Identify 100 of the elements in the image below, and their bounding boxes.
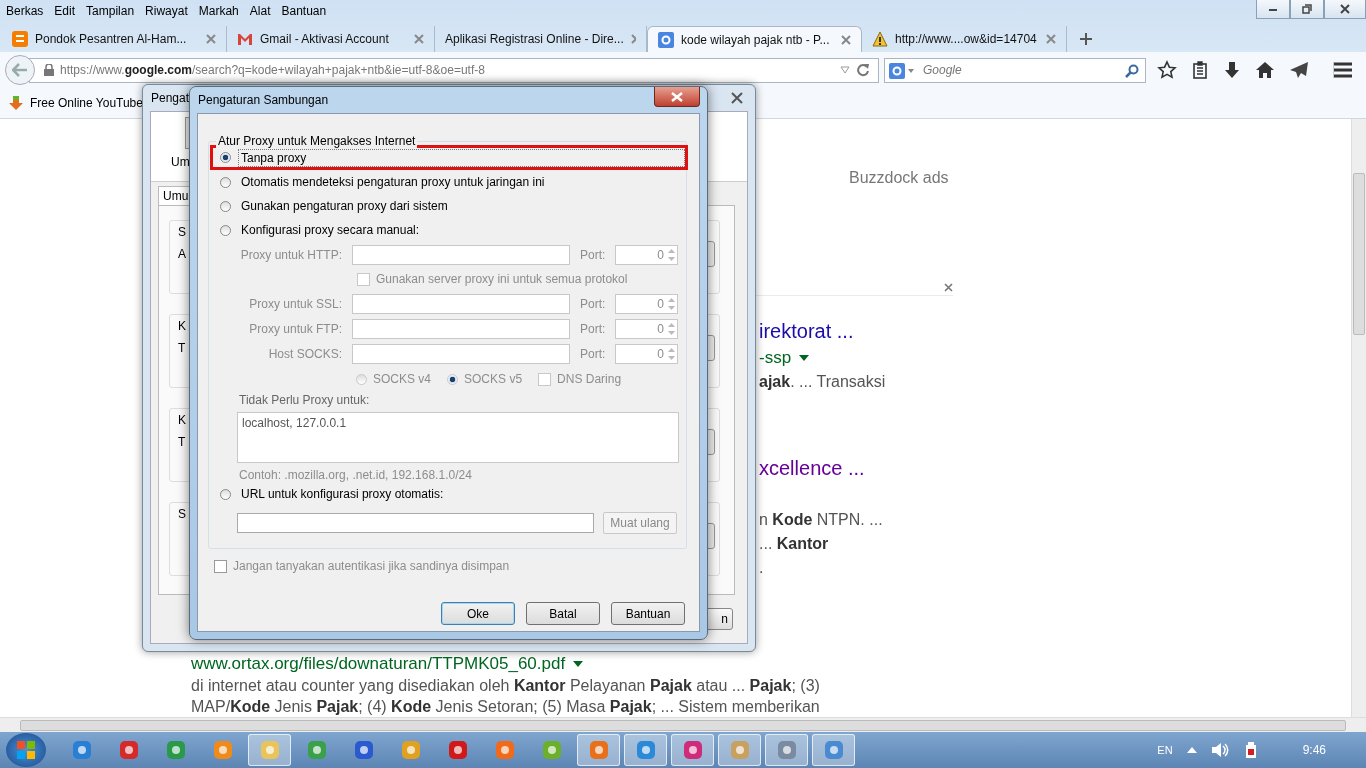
search-icon[interactable] [1125,63,1139,78]
app-icon [117,739,140,761]
setting-label: T [178,341,186,355]
radio-button[interactable] [220,224,231,236]
blog-icon [12,31,28,47]
app-icon [681,739,704,761]
ads-label: Buzzdock ads [849,168,949,188]
field-label: Host SOCKS: [267,346,342,361]
result-snippet: MAP/Kode Jenis Pajak; (4) Kode Jenis Setoran; (5) Masa Pajak; ... Sistem memberikan [191,697,820,717]
search-engine-icon[interactable] [889,62,915,79]
menu-icon[interactable] [1333,62,1352,78]
close-icon[interactable] [944,282,953,292]
result-snippet: ... Kantor [759,534,829,554]
caret-icon[interactable] [799,355,810,361]
field-label: Proxy untuk FTP: [248,321,342,336]
restore-button[interactable] [1290,0,1324,19]
result-title-link[interactable]: irektorat ... [759,319,854,343]
minimize-icon [1268,6,1278,12]
taskbar-app[interactable] [718,734,761,766]
field-label: Port: [580,296,607,311]
paper-plane-icon[interactable] [1289,61,1309,79]
taskbar-app[interactable] [577,734,620,766]
group-label: K [178,413,186,427]
menu-item[interactable]: Tampilan [86,4,135,18]
field-label: Tidak Perlu Proxy untuk: [238,392,371,408]
speaker-icon[interactable] [1210,742,1229,758]
field-label: Port: [580,321,607,336]
show-hidden-icons-icon[interactable] [1186,746,1197,754]
start-button[interactable] [6,733,46,767]
close-tab-icon[interactable] [206,34,216,44]
app-icon [493,739,516,761]
taskbar-app[interactable] [624,734,667,766]
group-label: S [178,225,186,239]
radio-button[interactable] [220,488,231,500]
option-label[interactable]: Tanpa proxy [238,148,685,167]
close-button[interactable] [654,87,700,107]
menu-item[interactable]: Bantuan [281,4,327,18]
new-tab-icon[interactable] [1079,32,1093,46]
dialog-button[interactable]: Batal [526,602,600,625]
menu-item[interactable]: Markah [198,4,239,18]
result-snippet: ajak. ... Transaksi [759,372,886,392]
lock-icon [44,64,54,76]
dropdown-icon[interactable] [840,66,850,74]
app-icon [305,739,328,761]
app-icon [446,739,469,761]
horizontal-scrollbar[interactable] [0,717,1366,732]
home-icon[interactable] [1255,61,1275,79]
app-icon [540,739,563,761]
close-tab-icon[interactable] [414,34,424,44]
menu-item[interactable]: Edit [54,4,76,18]
bookmark-link[interactable]: Free Online YouTube [30,96,143,110]
result-title-link[interactable]: xcellence ... [759,456,865,480]
taskbar-app[interactable] [812,734,855,766]
menu-item[interactable]: Alat [249,4,271,18]
option-label[interactable]: Konfigurasi proxy secara manual: [238,221,423,239]
caret-icon[interactable] [573,661,584,667]
radio-button[interactable] [220,176,231,188]
dialog-button[interactable]: Bantuan [611,602,685,625]
minimize-button[interactable] [1256,0,1290,19]
option-label[interactable]: URL untuk konfigurasi proxy otomatis: [238,485,447,503]
radio-button[interactable] [220,200,231,212]
field-label: Proxy untuk SSL: [248,296,342,311]
radio-button[interactable] [220,152,231,163]
taskbar-app[interactable] [248,734,291,766]
app-icon [634,739,657,761]
star-icon[interactable] [1157,60,1177,80]
reading-list-icon[interactable] [1191,61,1209,79]
close-tab-icon[interactable] [841,34,851,45]
group-label: K [178,319,186,333]
app-icon [587,739,610,761]
setting-label: A [178,247,186,261]
dialog-button[interactable]: Oke [441,602,515,625]
browser-tab[interactable]: kode wilayah pajak ntb - P... [647,26,862,52]
option-label[interactable]: Otomatis mendeteksi pengaturan proxy untuk jaringan ini [238,173,548,191]
vertical-scrollbar[interactable] [1351,119,1366,717]
restore-icon [1302,4,1312,14]
reload-icon[interactable] [856,63,870,77]
close-button[interactable] [1324,0,1366,19]
back-button[interactable] [5,55,35,85]
field-label: Port: [580,247,607,262]
dialog-title: Pengaturan Sambungan [198,93,329,107]
option-label[interactable]: Gunakan pengaturan proxy dari sistem [238,197,451,215]
address-field[interactable]: https://www.google.com/search?q=kode+wilayah+pajak+ntb&ie=utf-8&oe=utf-8 [29,57,879,83]
close-icon [1340,4,1350,14]
taskbar-app[interactable] [671,734,714,766]
close-icon[interactable] [731,92,743,104]
close-tab-icon[interactable] [630,34,636,44]
app-icon [399,739,422,761]
taskbar-app[interactable] [765,734,808,766]
search-engine-icon [658,31,674,48]
app-icon [164,739,187,761]
app-icon [728,739,751,761]
download-icon[interactable] [1223,61,1241,79]
close-tab-icon[interactable] [1046,34,1056,44]
search-field[interactable]: Google [884,57,1146,83]
mail-icon [237,31,253,47]
menu-item[interactable]: Riwayat [145,4,188,18]
menu-item[interactable]: Berkas [6,4,44,18]
app-icon [258,739,281,761]
group-label: Atur Proxy untuk Mengakses Internet [216,133,418,149]
